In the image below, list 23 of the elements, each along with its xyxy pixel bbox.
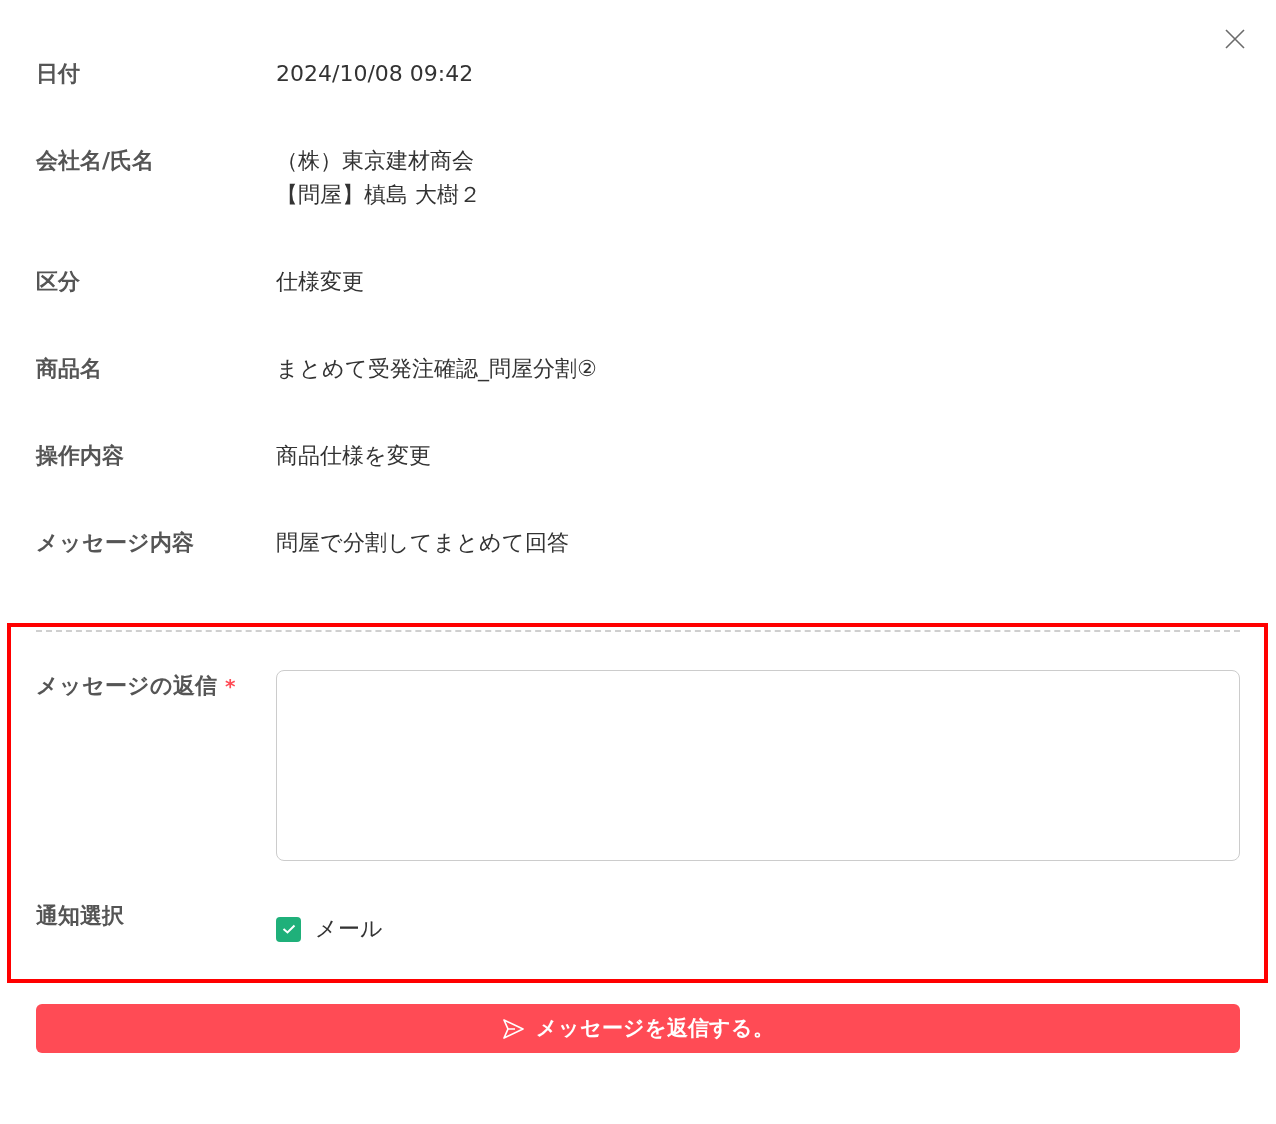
detail-label: 日付 <box>36 60 81 88</box>
detail-value: 【問屋】槙島 大樹２ <box>276 181 481 209</box>
field-label: 通知選択 <box>36 902 125 930</box>
detail-value: 2024/10/08 09:42 <box>276 60 474 88</box>
detail-label: 商品名 <box>36 355 103 383</box>
field-label: メッセージの返信 <box>36 672 217 700</box>
detail-value: 商品仕様を変更 <box>276 442 431 470</box>
detail-value: （株）東京建材商会 <box>276 147 475 175</box>
send-icon <box>502 1017 524 1040</box>
detail-value: まとめて受発注確認_問屋分割② <box>276 355 597 384</box>
checkbox[interactable] <box>276 916 301 942</box>
detail-value: 問屋で分割してまとめて回答 <box>276 529 569 557</box>
checkbox-label: メール <box>315 915 383 943</box>
checkmark-icon <box>281 924 296 934</box>
close-button[interactable] <box>1225 29 1245 49</box>
detail-label: 会社名/氏名 <box>36 147 156 175</box>
detail-label: 区分 <box>36 268 81 296</box>
detail-label: 操作内容 <box>36 442 125 470</box>
close-icon <box>1225 29 1245 49</box>
required-mark: * <box>225 673 236 700</box>
detail-label: メッセージ内容 <box>36 529 195 557</box>
detail-value: 仕様変更 <box>276 268 364 296</box>
submit-button[interactable]: メッセージを返信する。 <box>36 1004 1240 1053</box>
